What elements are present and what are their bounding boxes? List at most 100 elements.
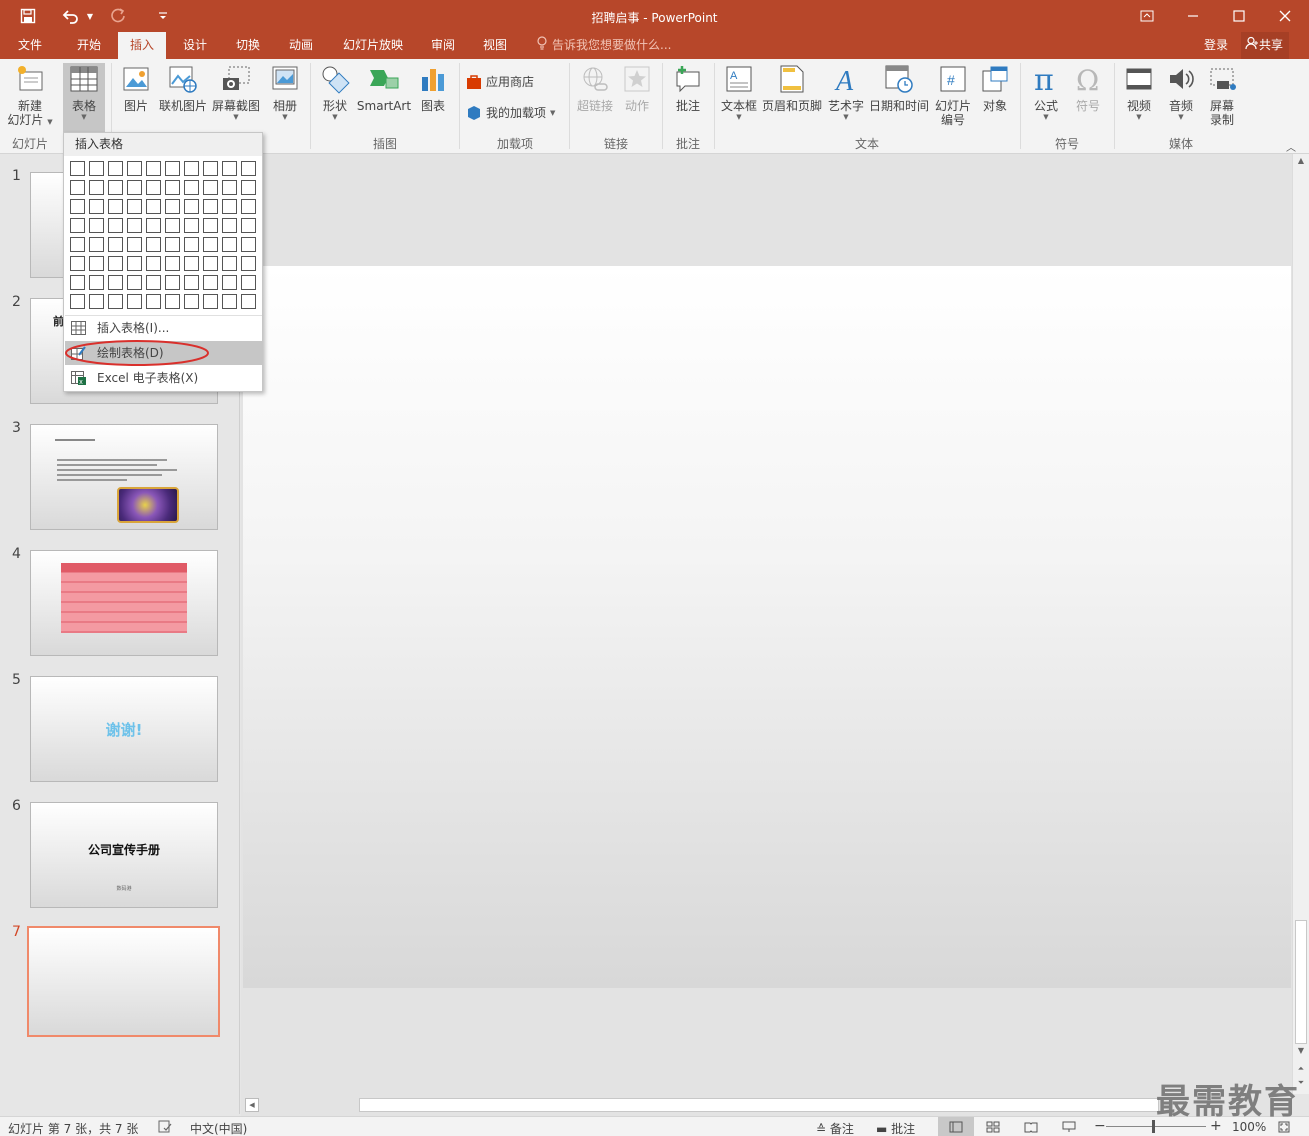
- scroll-left-icon[interactable]: ◀: [245, 1098, 259, 1112]
- slide-thumbnail-7[interactable]: [27, 926, 220, 1037]
- table-grid-cell[interactable]: [108, 161, 123, 176]
- notes-button[interactable]: ≙ 备注: [816, 1120, 854, 1136]
- table-grid-cell[interactable]: [203, 161, 218, 176]
- comments-button[interactable]: ▬ 批注: [876, 1120, 915, 1136]
- table-grid-cell[interactable]: [165, 237, 180, 252]
- share-button[interactable]: 共享: [1241, 32, 1290, 59]
- tell-me-search[interactable]: 告诉我您想要做什么...: [536, 32, 671, 59]
- table-grid-cell[interactable]: [165, 218, 180, 233]
- vertical-scrollbar[interactable]: ▲ ▼ ⏶ ⏷: [1292, 154, 1309, 1094]
- slide-thumbnail-6[interactable]: 公司宣传手册 数码港: [30, 802, 218, 908]
- new-slide-button[interactable]: 新建 幻灯片 ▼: [4, 63, 56, 127]
- collapse-ribbon-icon[interactable]: ︿: [1286, 139, 1296, 154]
- scroll-down-icon[interactable]: ▼: [1295, 1046, 1307, 1060]
- table-grid-cell[interactable]: [203, 275, 218, 290]
- excel-spreadsheet-item[interactable]: x Excel 电子表格(X): [65, 366, 262, 390]
- table-grid-cell[interactable]: [108, 237, 123, 252]
- table-grid-cell[interactable]: [184, 199, 199, 214]
- table-grid-cell[interactable]: [146, 237, 161, 252]
- table-grid-cell[interactable]: [146, 161, 161, 176]
- equation-button[interactable]: π 公式 ▼: [1026, 63, 1066, 121]
- table-grid-cell[interactable]: [70, 199, 85, 214]
- tab-review[interactable]: 审阅: [420, 32, 466, 59]
- scroll-thumb[interactable]: [1295, 920, 1307, 1044]
- language-status[interactable]: 中文(中国): [190, 1120, 247, 1136]
- table-grid-cell[interactable]: [146, 275, 161, 290]
- my-addins-button[interactable]: 我的加载项 ▼: [466, 104, 555, 121]
- slide-thumbnail-5[interactable]: 谢谢!: [30, 676, 218, 782]
- table-grid-cell[interactable]: [222, 180, 237, 195]
- table-grid-cell[interactable]: [184, 237, 199, 252]
- header-footer-button[interactable]: 页眉和页脚: [760, 63, 824, 113]
- table-grid-cell[interactable]: [165, 275, 180, 290]
- tab-file[interactable]: 文件: [8, 32, 52, 59]
- table-grid-cell[interactable]: [241, 161, 256, 176]
- tab-home[interactable]: 开始: [66, 32, 112, 59]
- normal-view-icon[interactable]: [938, 1117, 974, 1136]
- table-grid-cell[interactable]: [70, 294, 85, 309]
- table-grid-cell[interactable]: [108, 199, 123, 214]
- table-grid-cell[interactable]: [127, 180, 142, 195]
- table-grid-cell[interactable]: [241, 180, 256, 195]
- table-grid-cell[interactable]: [127, 237, 142, 252]
- zoom-out-icon[interactable]: −: [1094, 1118, 1106, 1134]
- minimize-icon[interactable]: [1170, 0, 1216, 32]
- table-grid-cell[interactable]: [241, 275, 256, 290]
- table-grid-cell[interactable]: [222, 237, 237, 252]
- horizontal-scrollbar[interactable]: ◀: [241, 1094, 1292, 1116]
- table-grid-cell[interactable]: [203, 294, 218, 309]
- video-button[interactable]: 视频 ▼: [1120, 63, 1158, 121]
- table-grid-cell[interactable]: [241, 218, 256, 233]
- tab-transitions[interactable]: 切换: [225, 32, 271, 59]
- reading-view-icon[interactable]: [1024, 1121, 1038, 1136]
- slide-thumbnail-4[interactable]: [30, 550, 218, 656]
- table-grid-cell[interactable]: [222, 294, 237, 309]
- table-grid-cell[interactable]: [146, 218, 161, 233]
- album-button[interactable]: 相册 ▼: [266, 63, 304, 121]
- datetime-button[interactable]: 日期和时间: [868, 63, 930, 113]
- app-store-button[interactable]: 应用商店: [466, 73, 534, 90]
- table-grid-cell[interactable]: [70, 256, 85, 271]
- spell-check-icon[interactable]: [158, 1120, 172, 1136]
- table-grid-cell[interactable]: [222, 218, 237, 233]
- table-grid-cell[interactable]: [70, 218, 85, 233]
- table-grid-cell[interactable]: [108, 218, 123, 233]
- table-grid-cell[interactable]: [184, 275, 199, 290]
- wordart-button[interactable]: A 艺术字 ▼: [826, 63, 866, 121]
- table-grid-cell[interactable]: [70, 180, 85, 195]
- table-grid-cell[interactable]: [127, 256, 142, 271]
- picture-button[interactable]: 图片: [116, 63, 156, 113]
- table-grid-cell[interactable]: [165, 180, 180, 195]
- tab-animations[interactable]: 动画: [278, 32, 324, 59]
- object-button[interactable]: 对象: [976, 63, 1014, 113]
- tab-insert[interactable]: 插入: [118, 32, 166, 59]
- audio-button[interactable]: 音频 ▼: [1162, 63, 1200, 121]
- table-button[interactable]: 表格 ▼: [63, 63, 105, 135]
- table-grid-cell[interactable]: [89, 161, 104, 176]
- scroll-up-icon[interactable]: ▲: [1295, 156, 1307, 170]
- table-grid-cell[interactable]: [89, 199, 104, 214]
- table-grid-cell[interactable]: [222, 161, 237, 176]
- table-grid-cell[interactable]: [203, 256, 218, 271]
- login-link[interactable]: 登录: [1204, 32, 1228, 58]
- table-grid-cell[interactable]: [89, 294, 104, 309]
- table-grid-cell[interactable]: [222, 256, 237, 271]
- table-grid-cell[interactable]: [184, 256, 199, 271]
- table-grid-cell[interactable]: [241, 237, 256, 252]
- table-grid-cell[interactable]: [241, 294, 256, 309]
- zoom-slider[interactable]: [1106, 1126, 1206, 1127]
- table-grid-cell[interactable]: [146, 180, 161, 195]
- table-grid-cell[interactable]: [89, 237, 104, 252]
- table-grid-cell[interactable]: [203, 199, 218, 214]
- table-grid-cell[interactable]: [165, 256, 180, 271]
- table-grid-cell[interactable]: [108, 256, 123, 271]
- table-grid-cell[interactable]: [146, 199, 161, 214]
- table-grid-cell[interactable]: [108, 180, 123, 195]
- ribbon-display-icon[interactable]: [1124, 0, 1170, 32]
- textbox-button[interactable]: A 文本框 ▼: [718, 63, 760, 121]
- fit-to-window-icon[interactable]: [1278, 1121, 1290, 1136]
- slide-sorter-icon[interactable]: [986, 1121, 1000, 1136]
- table-grid-cell[interactable]: [203, 237, 218, 252]
- screenshot-button[interactable]: 屏幕截图 ▼: [211, 63, 261, 121]
- maximize-icon[interactable]: [1216, 0, 1262, 32]
